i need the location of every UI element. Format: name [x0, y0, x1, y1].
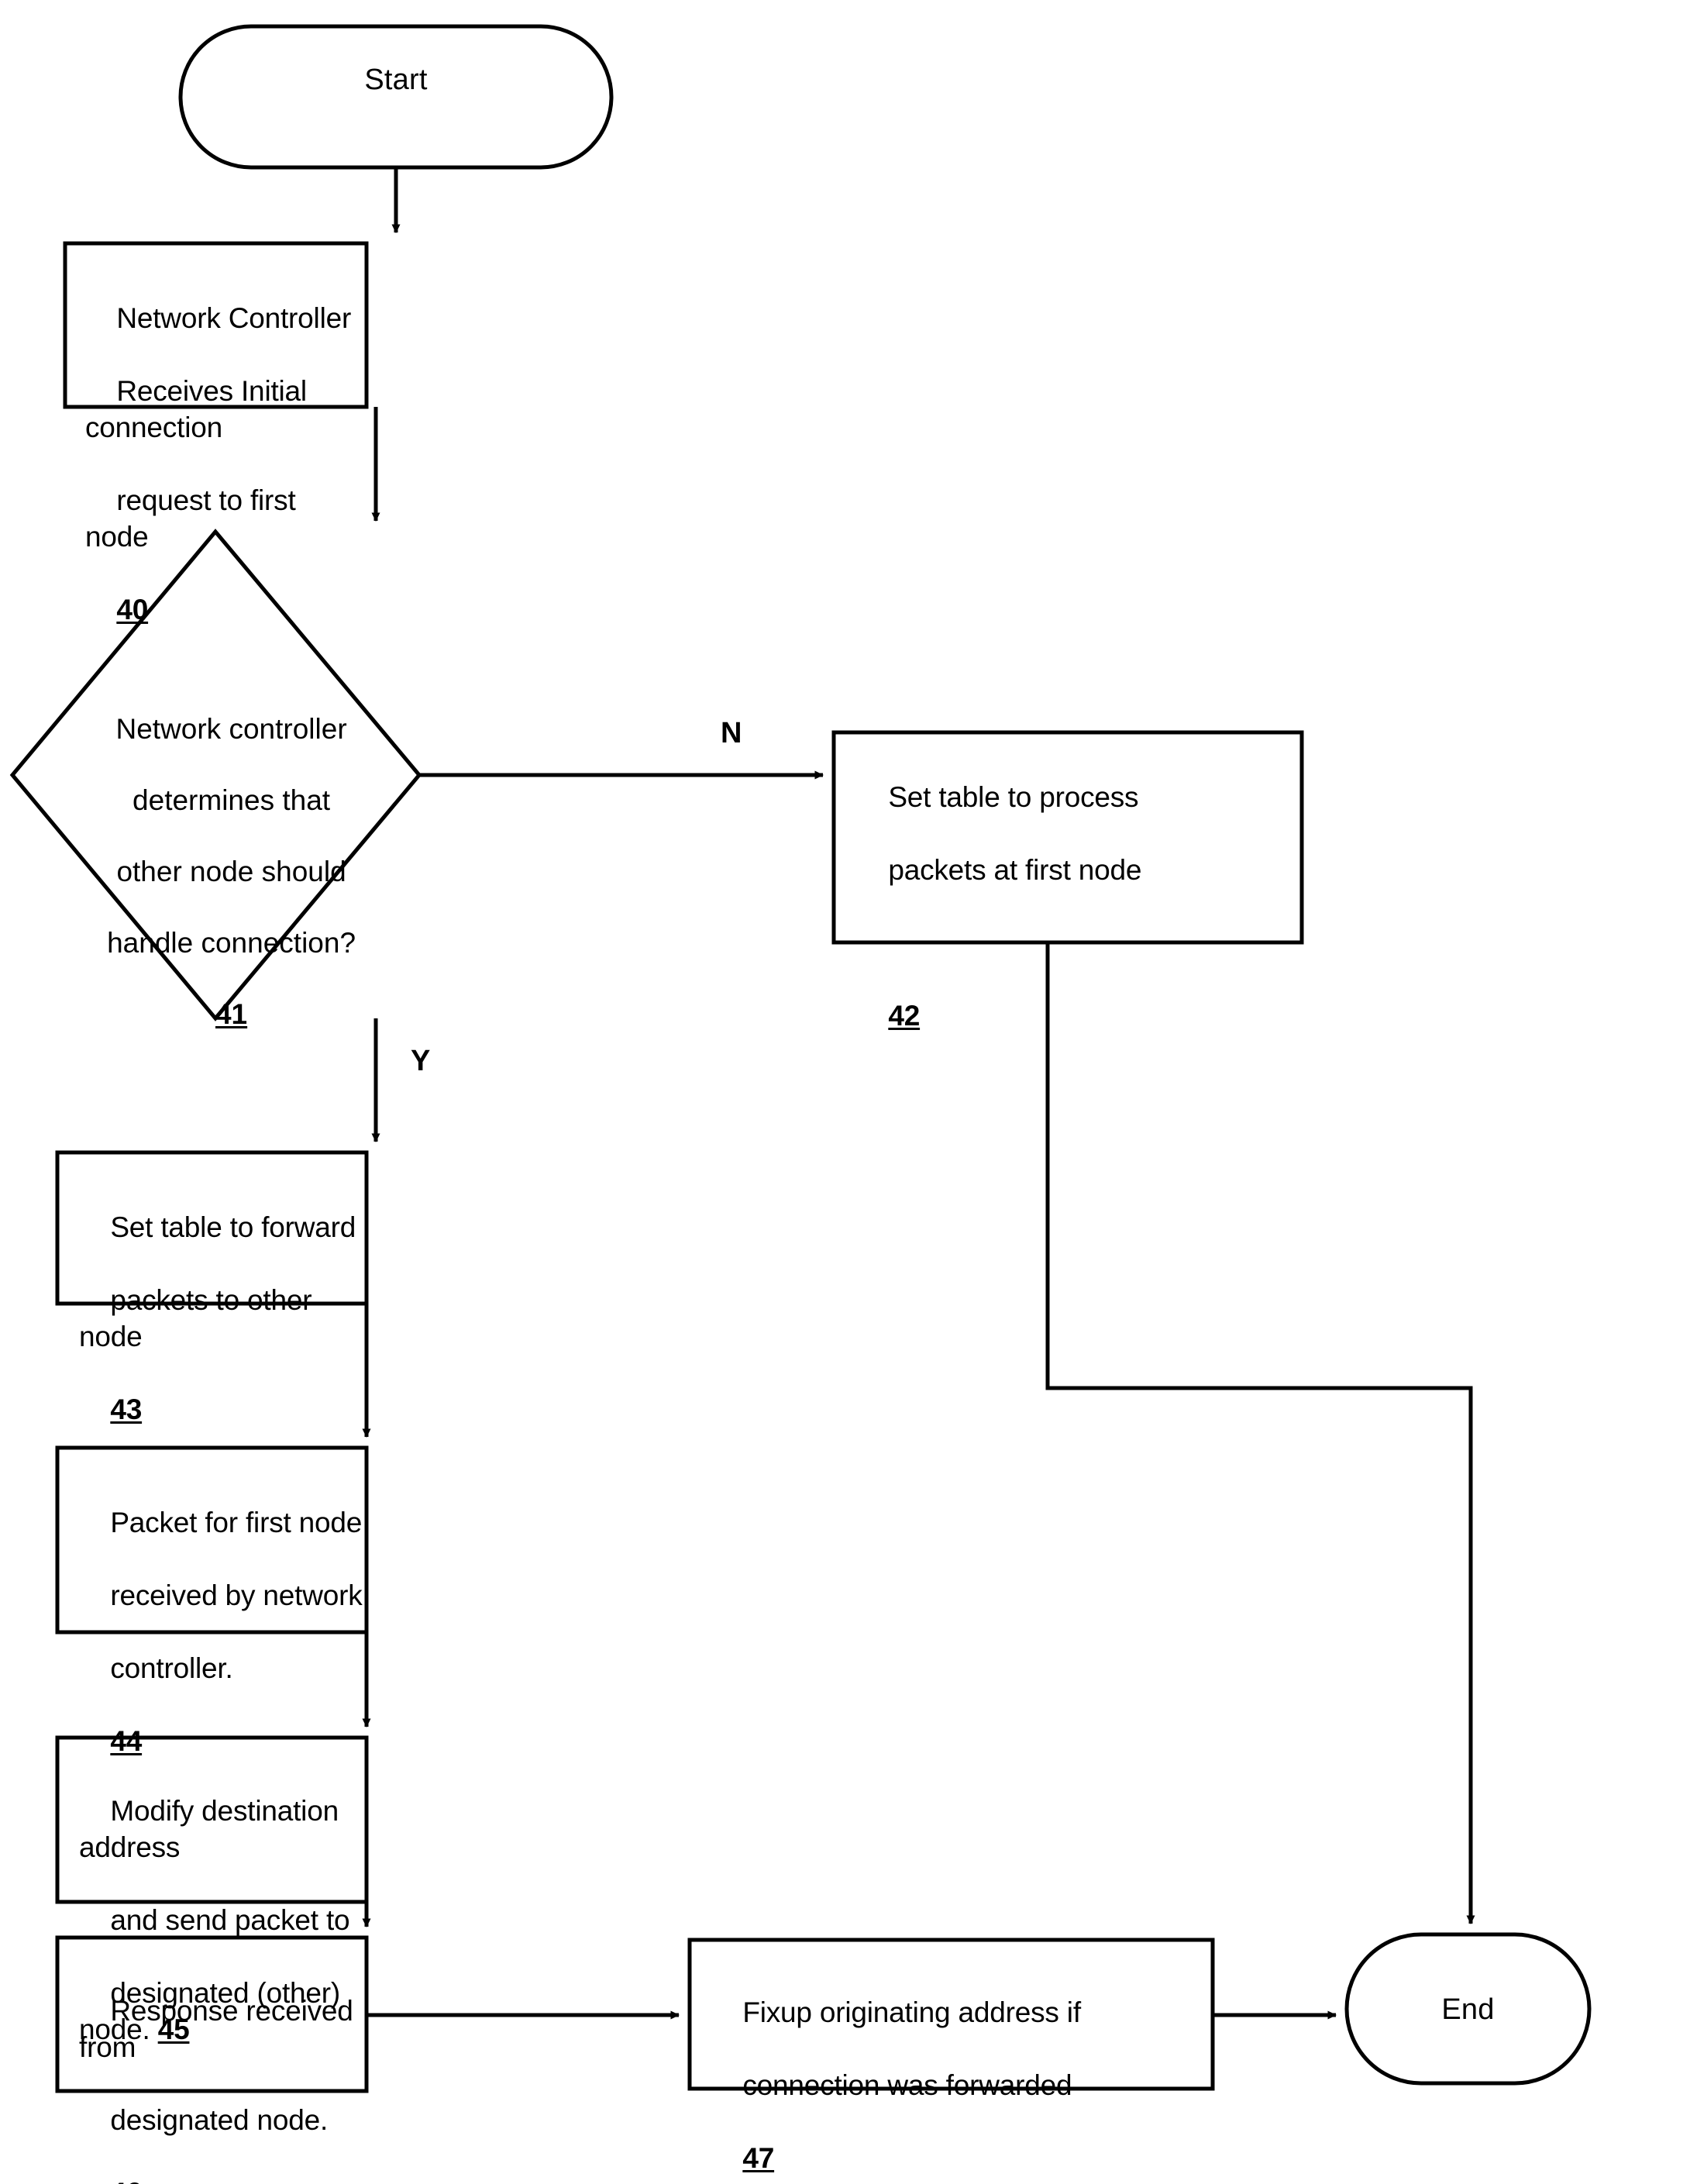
box-40-line-3: request to first node — [85, 484, 304, 553]
box-42-ref: 42 — [888, 1000, 921, 1032]
box-40-text: Network Controller Receives Initial conn… — [85, 264, 364, 664]
box-44-line-1: Packet for first node — [110, 1507, 363, 1538]
box-46-ref: 46 — [110, 2177, 142, 2184]
box-46-line-1: Response received from — [79, 1995, 361, 2063]
box-43-line-2: packets to other node — [79, 1284, 320, 1352]
box-46-text: Response received from designated node. … — [79, 1956, 370, 2184]
end-label: End — [1441, 1993, 1495, 2026]
box-47-line-1: Fixup originating address if — [742, 1996, 1081, 2028]
box-40-line-1: Network Controller — [116, 302, 352, 334]
flowchart-canvas: Start Network Controller Receives Initia… — [0, 0, 1690, 2184]
box-42-line-2: packets at first node — [888, 854, 1142, 886]
box-42-line-1: Set table to process — [888, 781, 1139, 813]
decision-41-text: Network controller determines that other… — [45, 676, 386, 1068]
box-40-line-2: Receives Initial connection — [85, 375, 315, 443]
box-44-line-2: received by network — [110, 1579, 363, 1611]
box-40-ref: 40 — [116, 594, 149, 625]
box-43-ref: 43 — [110, 1393, 143, 1425]
box-45-line-2: and send packet to — [110, 1904, 350, 1936]
box-47-text: Fixup originating address if connection … — [711, 1958, 1207, 2184]
box-43-line-1: Set table to forward — [110, 1211, 356, 1243]
decision-41-line-3: other node should — [116, 856, 346, 887]
edge-42-to-end — [1045, 942, 1475, 1924]
box-45-line-1: Modify destination address — [79, 1795, 347, 1863]
box-44-text: Packet for first node received by networ… — [79, 1468, 366, 1796]
decision-41-line-4: handle connection? — [107, 927, 356, 959]
branch-label-yes: Y — [411, 1045, 431, 1077]
decision-41-ref: 41 — [215, 998, 248, 1030]
box-46-line-2: designated node. — [110, 2104, 329, 2136]
decision-41-line-2: determines that — [133, 784, 331, 816]
box-44-line-3: controller. — [110, 1652, 233, 1684]
start-label: Start — [364, 64, 428, 96]
decision-41-line-1: Network controller — [115, 713, 347, 745]
box-43-text: Set table to forward packets to other no… — [79, 1173, 366, 1464]
branch-label-no: N — [721, 717, 742, 749]
box-42-text: Set table to process packets at first no… — [857, 742, 1291, 1070]
box-47-line-2: connection was forwarded — [742, 2069, 1072, 2101]
start-terminal-shape — [178, 24, 614, 170]
box-44-ref: 44 — [110, 1725, 143, 1757]
box-47-ref: 47 — [742, 2142, 775, 2174]
